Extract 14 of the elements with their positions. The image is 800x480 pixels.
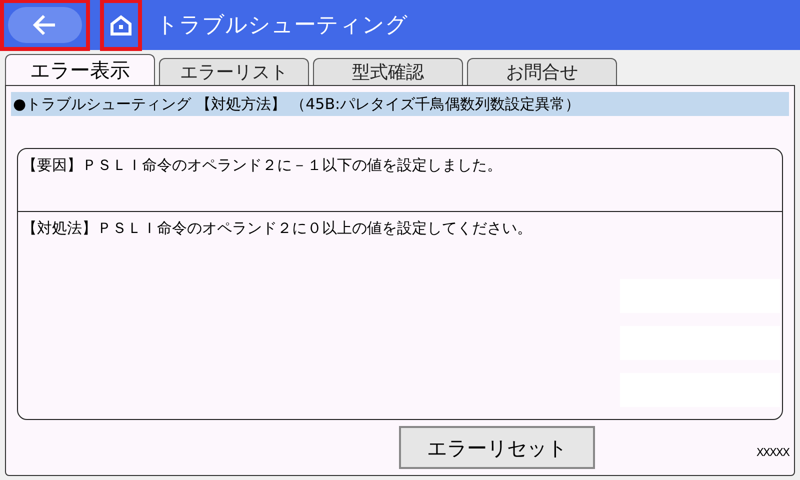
error-reset-button[interactable]: エラーリセット — [399, 426, 595, 469]
back-arrow-icon — [33, 14, 57, 36]
heading-bar: ●トラブルシューティング 【対処方法】 （45B:パレタイズ千鳥偶数列数設定異常） — [11, 92, 789, 116]
tab[interactable]: エラーリスト — [159, 58, 309, 85]
tab[interactable]: エラー表示 — [5, 54, 155, 85]
home-button[interactable] — [102, 1, 140, 49]
home-icon — [109, 14, 133, 36]
code-label: XXXXX — [756, 445, 789, 462]
tab[interactable]: お問合せ — [467, 58, 617, 85]
remedy-text: 【対処法】ＰＳＬＩ命令のオペランド２に０以上の値を設定してください。 — [22, 218, 533, 239]
window-title: トラブルシューティング — [156, 12, 408, 40]
cause-text: 【要因】ＰＳＬＩ命令のオペランド２に－１以下の値を設定しました。 — [22, 156, 502, 174]
back-button[interactable] — [2, 1, 88, 49]
tab[interactable]: 型式確認 — [313, 58, 463, 85]
